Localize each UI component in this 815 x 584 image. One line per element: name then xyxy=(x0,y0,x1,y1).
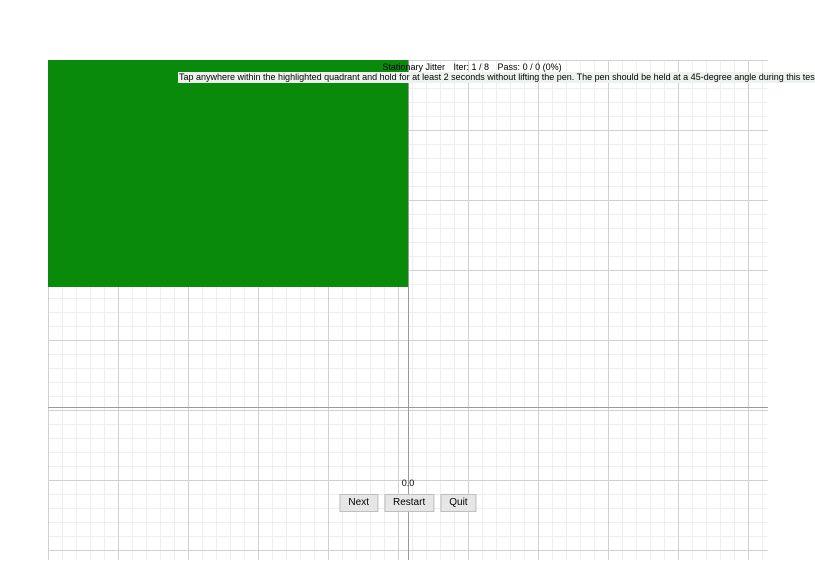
axis-vertical xyxy=(408,60,409,560)
pass-value: 0 / 0 (0%) xyxy=(523,62,562,72)
quit-button[interactable]: Quit xyxy=(440,494,476,512)
status-bar: Stationary Jitter Iter: 1 / 8 Pass: 0 / … xyxy=(176,60,768,78)
status-summary: Stationary Jitter Iter: 1 / 8 Pass: 0 / … xyxy=(176,63,768,72)
iter-label: Iter: xyxy=(453,62,469,72)
iter-value: 1 / 8 xyxy=(472,62,490,72)
restart-button[interactable]: Restart xyxy=(384,494,434,512)
test-name: Stationary Jitter xyxy=(382,62,445,72)
pass-label: Pass: xyxy=(498,62,521,72)
axis-horizontal xyxy=(48,407,768,408)
test-stage: Stationary Jitter Iter: 1 / 8 Pass: 0 / … xyxy=(48,60,768,560)
timer-readout: 0.0 xyxy=(402,478,415,488)
button-bar: Next Restart Quit xyxy=(339,494,476,512)
next-button[interactable]: Next xyxy=(339,494,378,512)
highlighted-quadrant[interactable] xyxy=(48,60,408,287)
